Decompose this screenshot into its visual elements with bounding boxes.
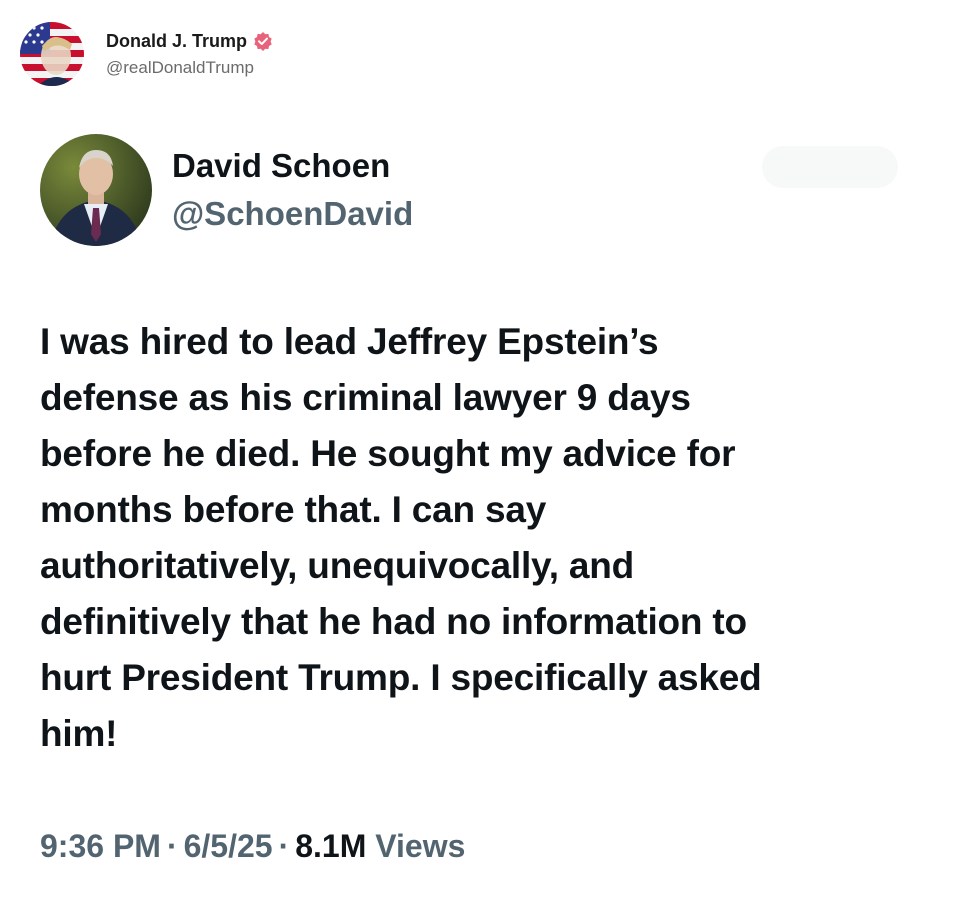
- outer-author-handle[interactable]: @realDonaldTrump: [106, 58, 273, 78]
- meta-separator: ·: [166, 828, 178, 864]
- embedded-post-header: David Schoen @SchoenDavid: [40, 134, 413, 246]
- verified-badge-icon: [253, 31, 273, 51]
- outer-author-avatar[interactable]: [20, 22, 84, 86]
- views-label[interactable]: Views: [375, 828, 465, 864]
- post-time[interactable]: 9:36 PM: [40, 828, 161, 864]
- post-meta: 9:36 PM · 6/5/25 · 8.1M Views: [40, 826, 465, 866]
- embedded-author-name[interactable]: David Schoen: [172, 146, 413, 186]
- embedded-author-avatar[interactable]: [40, 134, 152, 246]
- outer-author-name[interactable]: Donald J. Trump: [106, 30, 247, 52]
- post-text: I was hired to lead Jeffrey Epstein’s de…: [40, 321, 762, 754]
- meta-separator: ·: [278, 828, 290, 864]
- embedded-author-names: David Schoen @SchoenDavid: [172, 146, 413, 234]
- outer-post-header: Donald J. Trump @realDonaldTrump: [20, 22, 273, 86]
- outer-author-names: Donald J. Trump @realDonaldTrump: [106, 30, 273, 78]
- views-count[interactable]: 8.1M: [295, 828, 366, 864]
- blurred-follow-area: [762, 146, 898, 188]
- outer-author-name-row: Donald J. Trump: [106, 30, 273, 52]
- post-date[interactable]: 6/5/25: [184, 828, 273, 864]
- embedded-author-handle[interactable]: @SchoenDavid: [172, 194, 413, 234]
